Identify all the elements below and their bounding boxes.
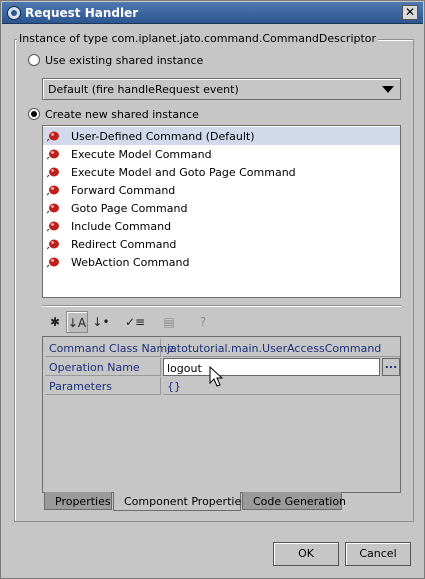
bean-icon: [47, 131, 59, 142]
bean-icon: [47, 257, 59, 268]
create-new-label: Create new shared instance: [45, 108, 199, 121]
sort-by-type-icon[interactable]: ↓•: [90, 311, 112, 333]
command-type-list[interactable]: User-Defined Command (Default) Execute Mo…: [42, 125, 401, 298]
property-row-command-class[interactable]: Command Class Name jatotutorial.main.Use…: [45, 339, 400, 357]
list-item[interactable]: User-Defined Command (Default): [43, 127, 400, 145]
list-item[interactable]: Execute Model Command: [43, 145, 400, 163]
property-name: Command Class Name: [45, 339, 174, 357]
list-item-label: Redirect Command: [71, 238, 177, 251]
list-item-label: User-Defined Command (Default): [71, 130, 255, 143]
use-existing-label: Use existing shared instance: [45, 54, 204, 67]
list-item-label: Execute Model Command: [71, 148, 212, 161]
property-name: Parameters: [45, 377, 161, 395]
show-editable-icon[interactable]: ✓≡: [124, 311, 146, 333]
close-icon: ✕: [404, 5, 416, 19]
request-handler-dialog: Request Handler ✕ Instance of type com.i…: [0, 0, 425, 579]
tab-label: Code Generation: [253, 495, 347, 508]
sort-by-name-icon[interactable]: ↓A: [66, 311, 88, 333]
property-value[interactable]: jatotutorial.main.UserAccessCommand: [163, 339, 400, 357]
tab-label: Properties: [55, 495, 111, 508]
property-value[interactable]: {}: [163, 377, 400, 395]
list-item[interactable]: Redirect Command: [43, 235, 400, 253]
property-sheet: Command Class Name jatotutorial.main.Use…: [42, 336, 401, 493]
separator: [42, 305, 401, 307]
mouse-cursor-icon: [209, 366, 223, 387]
tab-code-generation[interactable]: Code Generation: [242, 492, 346, 510]
help-icon[interactable]: ?: [192, 311, 214, 333]
existing-instance-combo[interactable]: Default (fire handleRequest event): [42, 78, 401, 100]
property-name: Operation Name: [45, 358, 161, 376]
group-title: Instance of type com.iplanet.jato.comman…: [17, 32, 379, 45]
sort-unsorted-icon[interactable]: ✱: [44, 311, 66, 333]
list-item-label: Goto Page Command: [71, 202, 188, 215]
ellipsis-button[interactable]: ...: [382, 358, 400, 376]
customizer-icon[interactable]: ▤: [158, 311, 180, 333]
operation-name-input[interactable]: [163, 358, 380, 376]
close-button[interactable]: ✕: [402, 5, 418, 20]
list-item-label: Execute Model and Goto Page Command: [71, 166, 296, 179]
list-item[interactable]: Include Command: [43, 217, 400, 235]
ok-button[interactable]: OK: [273, 542, 339, 566]
property-tabs: Properties Component Properties Code Gen…: [42, 492, 401, 511]
bean-icon: [47, 203, 59, 214]
app-icon: [7, 6, 21, 20]
property-sheet-toolbar: ✱ ↓A ↓• ✓≡ ▤?: [42, 311, 242, 333]
combo-selected-value: Default (fire handleRequest event): [48, 83, 239, 96]
bean-icon: [47, 149, 59, 160]
cancel-button[interactable]: Cancel: [345, 542, 411, 566]
tab-label: Component Properties: [124, 495, 247, 508]
title-bar[interactable]: Request Handler ✕: [2, 2, 423, 24]
list-item-label: Include Command: [71, 220, 172, 233]
window-title: Request Handler: [25, 6, 139, 20]
bean-icon: [47, 221, 59, 232]
list-item-label: WebAction Command: [71, 256, 190, 269]
list-item[interactable]: Execute Model and Goto Page Command: [43, 163, 400, 181]
bean-icon: [47, 185, 59, 196]
bean-icon: [47, 239, 59, 250]
list-item[interactable]: WebAction Command: [43, 253, 400, 271]
list-item-label: Forward Command: [71, 184, 176, 197]
bean-icon: [47, 167, 59, 178]
list-item[interactable]: Goto Page Command: [43, 199, 400, 217]
create-new-radio[interactable]: [28, 108, 40, 120]
list-item[interactable]: Forward Command: [43, 181, 400, 199]
chevron-down-icon[interactable]: [382, 86, 394, 93]
tab-component-properties[interactable]: Component Properties: [113, 492, 247, 511]
tab-properties[interactable]: Properties: [44, 492, 112, 510]
use-existing-radio[interactable]: [28, 54, 40, 66]
